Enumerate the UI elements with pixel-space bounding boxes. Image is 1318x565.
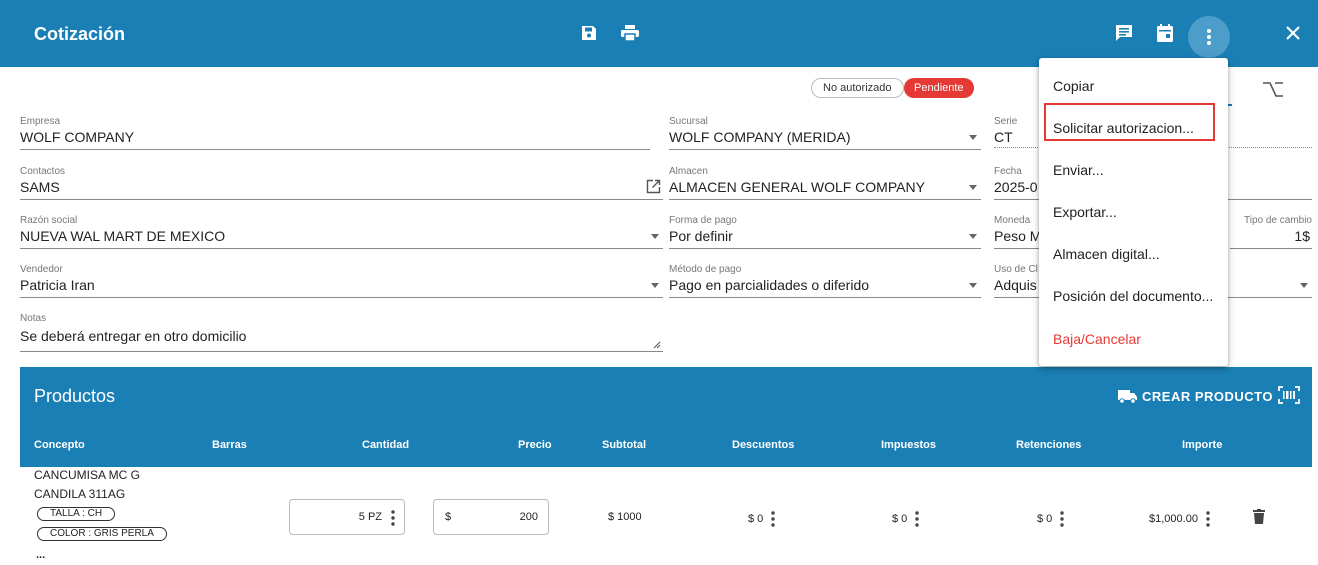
more-vert-icon[interactable] — [1206, 511, 1210, 527]
quantity-input[interactable]: 5 PZ — [289, 499, 405, 535]
products-header: Productos CREAR PRODUCTO Concepto Barras… — [20, 367, 1312, 467]
forma-pago-select[interactable]: Forma de pago Por definir — [669, 215, 981, 249]
barcode-scan-icon[interactable] — [1278, 386, 1300, 404]
filter-icon[interactable] — [1262, 80, 1284, 98]
taxes-cell: $ 0 — [892, 511, 919, 527]
contactos-field[interactable]: Contactos SAMS — [20, 166, 663, 200]
truck-icon — [1118, 390, 1137, 404]
price-input[interactable]: $ 200 — [433, 499, 549, 535]
column-header: Descuentos — [732, 439, 795, 451]
menu-item-copiar[interactable]: Copiar — [1053, 78, 1094, 94]
products-panel: Productos CREAR PRODUCTO Concepto Barras… — [20, 367, 1312, 565]
comment-icon[interactable] — [1113, 22, 1135, 44]
product-name: CANCUMISA MC G — [34, 468, 141, 482]
vendedor-select[interactable]: Vendedor Patricia Iran — [20, 264, 663, 298]
product-code: CANDILA 311AG — [34, 487, 126, 501]
empresa-field[interactable]: Empresa WOLF COMPANY — [20, 116, 650, 150]
menu-item-posicion-documento[interactable]: Posición del documento... — [1053, 288, 1213, 304]
menu-item-almacen-digital[interactable]: Almacen digital... — [1053, 246, 1160, 262]
column-header: Concepto — [34, 439, 85, 451]
resize-handle-icon[interactable] — [653, 341, 661, 349]
chevron-down-icon — [969, 234, 977, 239]
retentions-cell: $ 0 — [1037, 511, 1064, 527]
subtotal-value: $ 1000 — [608, 511, 642, 523]
top-bar: Cotización — [0, 0, 1318, 67]
calendar-icon[interactable] — [1154, 22, 1176, 44]
more-vert-icon[interactable] — [1060, 511, 1064, 527]
open-external-icon[interactable] — [646, 179, 661, 194]
metodo-pago-select[interactable]: Método de pago Pago en parcialidades o d… — [669, 264, 981, 298]
notas-textarea[interactable]: Notas Se deberá entregar en otro domicil… — [20, 313, 663, 352]
status-not-authorized-badge: No autorizado — [811, 78, 904, 98]
status-pending-badge: Pendiente — [904, 78, 974, 98]
column-header: Importe — [1182, 439, 1223, 451]
chevron-down-icon — [1300, 283, 1308, 288]
create-product-button[interactable]: CREAR PRODUCTO — [1118, 387, 1273, 405]
column-header: Precio — [518, 439, 552, 451]
variant-tag: COLOR : GRIS PERLA — [37, 527, 167, 541]
chevron-down-icon — [651, 234, 659, 239]
column-header: Cantidad — [362, 439, 410, 451]
column-header: Retenciones — [1016, 439, 1082, 451]
variant-tag: TALLA : CH — [37, 507, 116, 521]
more-vert-icon — [1207, 29, 1211, 45]
amount-cell: $1,000.00 — [1149, 511, 1210, 527]
delete-icon[interactable] — [1253, 509, 1265, 524]
column-header: Impuestos — [881, 439, 937, 451]
chevron-down-icon — [969, 283, 977, 288]
column-header: Subtotal — [602, 439, 646, 451]
menu-item-exportar[interactable]: Exportar... — [1053, 204, 1117, 220]
menu-item-baja-cancelar[interactable]: Baja/Cancelar — [1053, 331, 1141, 347]
menu-item-solicitar-autorizacion[interactable]: Solicitar autorizacion... — [1053, 120, 1194, 136]
menu-item-enviar[interactable]: Enviar... — [1053, 162, 1104, 178]
tipo-cambio-field[interactable]: Tipo de cambio 1$ — [1230, 215, 1312, 249]
products-title: Productos — [34, 386, 116, 406]
close-icon[interactable] — [1282, 22, 1304, 44]
chevron-down-icon — [969, 135, 977, 140]
discounts-cell: $ 0 — [748, 511, 775, 527]
sucursal-select[interactable]: Sucursal WOLF COMPANY (MERIDA) — [669, 116, 981, 150]
save-icon[interactable] — [578, 22, 600, 44]
almacen-select[interactable]: Almacen ALMACEN GENERAL WOLF COMPANY — [669, 166, 981, 200]
chevron-down-icon — [651, 283, 659, 288]
razon-social-select[interactable]: Razón social NUEVA WAL MART DE MEXICO — [20, 215, 663, 249]
page-title: Cotización — [34, 24, 126, 44]
more-variants-indicator[interactable]: ... — [36, 549, 45, 561]
more-vert-icon[interactable] — [771, 511, 775, 527]
more-options-button[interactable] — [1188, 16, 1230, 58]
print-icon[interactable] — [619, 22, 641, 44]
more-options-menu: Copiar Solicitar autorizacion... Enviar.… — [1039, 58, 1228, 366]
chevron-down-icon — [969, 185, 977, 190]
more-vert-icon[interactable] — [915, 511, 919, 527]
more-vert-icon[interactable] — [391, 510, 395, 526]
column-header: Barras — [212, 439, 247, 451]
